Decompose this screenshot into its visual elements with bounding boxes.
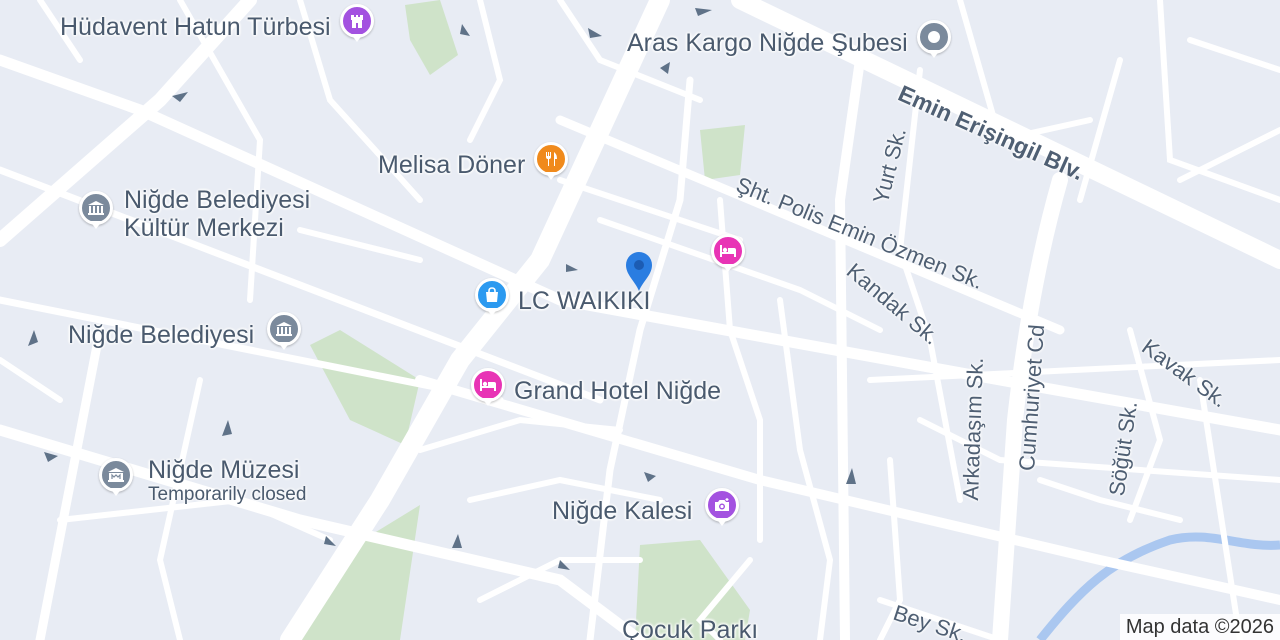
poi-label: Melisa Döner <box>378 151 526 179</box>
poi-status: Temporarily closed <box>148 484 307 505</box>
poi-cocuk-parki[interactable]: Çocuk Parkı <box>622 616 758 640</box>
map-attribution[interactable]: Map data ©2026 <box>1119 614 1280 640</box>
pin-dot-icon <box>914 20 954 66</box>
poi-hotel[interactable] <box>708 234 748 280</box>
bed-icon <box>708 234 748 280</box>
tower-icon <box>337 4 377 50</box>
civic-building-icon <box>264 312 304 358</box>
poi-melisa-doner[interactable]: Melisa Döner <box>378 142 571 188</box>
museum-icon <box>96 458 136 504</box>
poi-hudavent-hatun-turbesi[interactable]: Hüdavent Hatun Türbesi <box>60 4 377 50</box>
poi-nigde-belediyesi[interactable]: Niğde Belediyesi <box>68 312 304 358</box>
poi-label-line1: Niğde Belediyesi <box>124 186 311 214</box>
poi-label: Niğde Belediyesi <box>68 321 255 349</box>
poi-nigde-kalesi[interactable]: Niğde Kalesi <box>552 488 742 534</box>
poi-label: Çocuk Parkı <box>622 616 759 640</box>
bed-icon <box>468 368 508 414</box>
poi-label-line2: Kültür Merkezi <box>124 214 284 242</box>
poi-label: Aras Kargo Niğde Şubesi <box>627 29 908 57</box>
poi-label: Grand Hotel Niğde <box>514 377 722 405</box>
poi-nigde-muzesi[interactable]: Niğde Müzesi Temporarily closed <box>96 456 306 506</box>
poi-label: Hüdavent Hatun Türbesi <box>60 13 331 41</box>
poi-label: Niğde Kalesi <box>552 497 693 525</box>
map-canvas[interactable]: Hüdavent Hatun Türbesi Aras Kargo Niğde … <box>0 0 1280 640</box>
location-marker-icon[interactable] <box>612 245 666 298</box>
street-label-arkadasim: Arkadaşım Sk. <box>958 357 988 501</box>
poi-label: Niğde Müzesi <box>148 456 300 484</box>
civic-building-icon <box>76 191 116 237</box>
camera-icon <box>702 488 742 534</box>
poi-grand-hotel-nigde[interactable]: Grand Hotel Niğde <box>468 368 721 414</box>
shopping-bag-icon <box>472 278 512 324</box>
fork-knife-icon <box>531 142 571 188</box>
poi-aras-kargo[interactable]: Aras Kargo Niğde Şubesi <box>627 20 954 66</box>
poi-kultur-merkezi[interactable]: Niğde Belediyesi Kültür Merkezi <box>76 186 310 242</box>
